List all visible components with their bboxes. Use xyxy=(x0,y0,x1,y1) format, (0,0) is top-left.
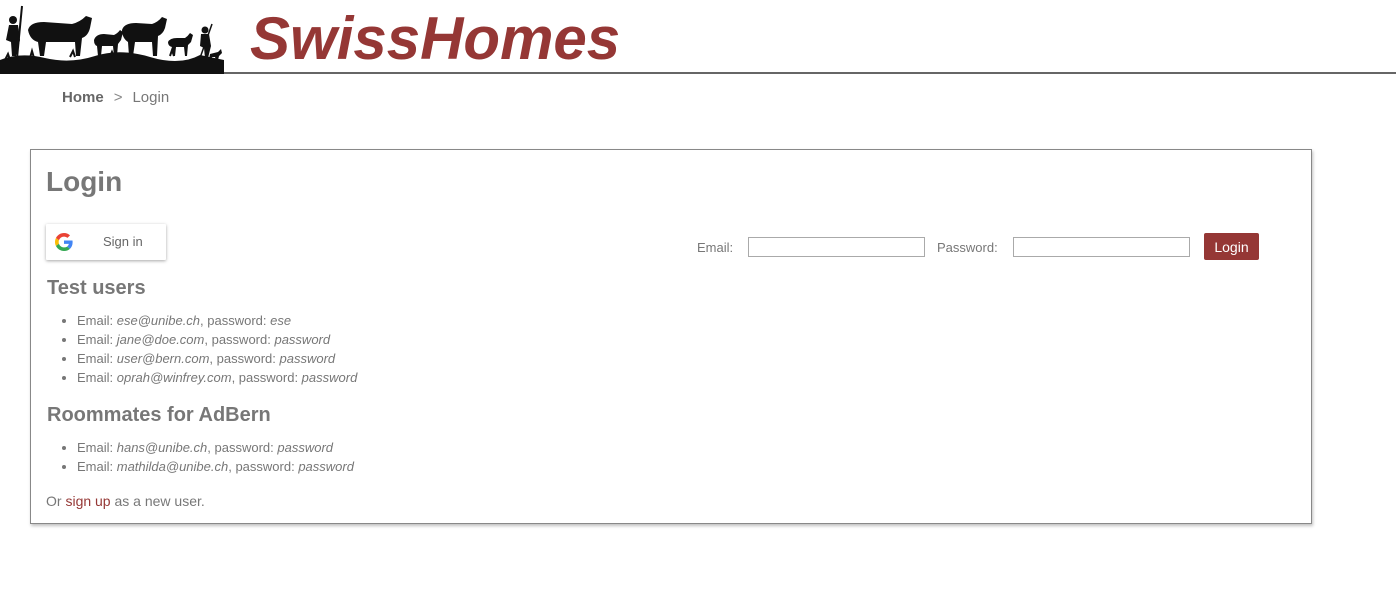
breadcrumb-home-link[interactable]: Home xyxy=(62,89,104,106)
test-users-list: Email: ese@unibe.ch, password: ese Email… xyxy=(31,311,357,387)
password-label-text: , password: xyxy=(228,459,299,474)
email-label-text: Email: xyxy=(77,351,117,366)
google-signin-label: Sign in xyxy=(103,234,143,249)
email-value: oprah@winfrey.com xyxy=(116,370,232,385)
test-users-heading: Test users xyxy=(47,277,146,299)
login-panel: Login Sign in Email: Password: Login Tes… xyxy=(30,149,1312,524)
google-signin-button[interactable]: Sign in xyxy=(46,224,166,260)
signup-link[interactable]: sign up xyxy=(65,493,110,509)
signup-prompt: Or sign up as a new user. xyxy=(46,492,205,510)
password-value: password xyxy=(277,440,334,455)
email-value: mathilda@unibe.ch xyxy=(116,459,229,474)
password-value: password xyxy=(298,459,354,474)
logo-image[interactable] xyxy=(0,0,224,74)
password-label-text: , password: xyxy=(207,440,278,455)
page-title: Login xyxy=(46,166,123,197)
login-button[interactable]: Login xyxy=(1204,233,1259,260)
password-value: ese xyxy=(270,313,292,328)
password-value: password xyxy=(301,370,358,385)
list-item: Email: hans@unibe.ch, password: password xyxy=(77,438,354,457)
email-label-text: Email: xyxy=(77,440,117,455)
email-label-text: Email: xyxy=(77,370,117,385)
email-label-text: Email: xyxy=(77,459,117,474)
site-title[interactable]: SwissHomes xyxy=(250,3,620,75)
roommates-list: Email: hans@unibe.ch, password: password… xyxy=(31,438,354,476)
breadcrumb-separator: > xyxy=(113,89,123,106)
list-item: Email: mathilda@unibe.ch, password: pass… xyxy=(77,457,354,476)
password-label-text: , password: xyxy=(231,370,302,385)
password-label-text: , password: xyxy=(200,313,271,328)
email-label-text: Email: xyxy=(77,313,117,328)
password-value: password xyxy=(279,351,336,366)
signup-prefix: Or xyxy=(46,493,66,509)
password-value: password xyxy=(274,332,331,347)
password-label: Password: xyxy=(937,240,998,255)
email-label: Email: xyxy=(697,240,734,255)
email-value: hans@unibe.ch xyxy=(116,440,208,455)
list-item: Email: ese@unibe.ch, password: ese xyxy=(77,311,357,330)
password-field[interactable] xyxy=(1013,237,1190,257)
list-item: Email: jane@doe.com, password: password xyxy=(77,330,357,349)
email-value: jane@doe.com xyxy=(116,332,205,347)
breadcrumb-current: Login xyxy=(132,89,170,106)
list-item: Email: user@bern.com, password: password xyxy=(77,349,357,368)
email-label-text: Email: xyxy=(77,332,117,347)
email-value: ese@unibe.ch xyxy=(116,313,201,328)
list-item: Email: oprah@winfrey.com, password: pass… xyxy=(77,368,357,387)
password-label-text: , password: xyxy=(204,332,275,347)
email-value: user@bern.com xyxy=(116,351,210,366)
password-label-text: , password: xyxy=(209,351,280,366)
site-header: SwissHomes xyxy=(0,0,1396,74)
email-field[interactable] xyxy=(748,237,925,257)
breadcrumb: Home > Login xyxy=(62,88,169,108)
signup-suffix: as a new user. xyxy=(110,493,205,509)
google-icon xyxy=(55,233,73,251)
roommates-heading: Roommates for AdBern xyxy=(47,404,271,426)
